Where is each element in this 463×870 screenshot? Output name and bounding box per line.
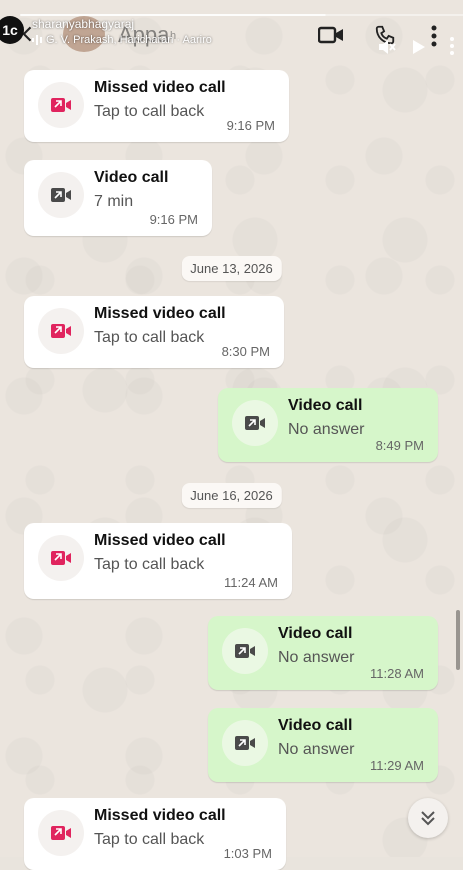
call-subtitle: No answer	[278, 741, 355, 758]
video-call-bubble[interactable]: Video call No answer 8:49 PM	[218, 388, 438, 462]
music-text: G. V. Prakash, Haricharan · Aariro	[46, 34, 212, 46]
missed-call-bubble[interactable]: Missed video call Tap to call back 1:03 PM	[24, 798, 286, 870]
call-time: 8:49 PM	[375, 438, 424, 453]
call-time: 9:16 PM	[149, 212, 198, 227]
missed-call-bubble[interactable]: Missed video call Tap to call back 11:24 A…	[24, 523, 292, 599]
video-call-icon	[232, 400, 278, 446]
call-time: 11:28 AM	[370, 666, 424, 681]
double-chevron-down-icon	[421, 811, 435, 826]
video-call-bubble[interactable]: Video call 7 min 9:16 PM	[24, 160, 212, 236]
call-time: 11:24 AM	[224, 575, 278, 590]
missed-video-call-icon	[38, 535, 84, 581]
call-title: Video call	[278, 625, 353, 642]
video-camera-icon[interactable]	[316, 22, 346, 48]
call-title: Video call	[278, 717, 353, 734]
video-call-bubble[interactable]: Video call No answer 11:29 AM	[208, 708, 438, 782]
audio-bars-icon	[32, 35, 42, 45]
scroll-to-bottom-button[interactable]	[408, 798, 448, 838]
video-call-bubble[interactable]: Video call No answer 11:28 AM	[208, 616, 438, 690]
call-subtitle: Tap to call back	[94, 103, 205, 120]
missed-video-call-icon	[38, 308, 84, 354]
call-subtitle: 7 min	[94, 193, 134, 210]
missed-call-bubble[interactable]: Missed video call Tap to call back 8:30 PM	[24, 296, 284, 368]
missed-video-call-icon	[38, 82, 84, 128]
call-subtitle: No answer	[288, 421, 365, 438]
story-music[interactable]: G. V. Prakash, Haricharan · Aariro	[32, 34, 212, 46]
story-username[interactable]: sharanyabhagyaraj	[32, 17, 134, 31]
date-separator: June 16, 2026	[181, 483, 282, 508]
missed-call-bubble[interactable]: Missed video call Tap to call back 9:16 PM	[24, 70, 289, 142]
call-subtitle: Tap to call back	[94, 329, 205, 346]
call-time: 11:29 AM	[370, 758, 424, 773]
more-vertical-icon[interactable]	[426, 22, 442, 50]
date-separator: June 13, 2026	[181, 256, 282, 281]
video-call-icon	[222, 628, 268, 674]
video-call-icon	[38, 172, 84, 218]
call-subtitle: No answer	[278, 649, 355, 666]
video-call-icon	[222, 720, 268, 766]
call-time: 9:16 PM	[226, 118, 275, 133]
call-title: Missed video call	[94, 305, 226, 322]
story-progress-bar	[20, 14, 326, 16]
call-title: Video call	[288, 397, 363, 414]
speaker-muted-icon[interactable]	[376, 38, 398, 56]
call-time: 1:03 PM	[223, 846, 272, 861]
call-time: 8:30 PM	[221, 344, 270, 359]
story-progress-track	[326, 14, 463, 16]
call-subtitle: Tap to call back	[94, 831, 205, 848]
call-title: Missed video call	[94, 807, 226, 824]
story-more-icon[interactable]	[446, 36, 458, 56]
scrollbar[interactable]	[456, 610, 460, 670]
call-title: Missed video call	[94, 79, 226, 96]
missed-video-call-icon	[38, 810, 84, 856]
play-icon[interactable]	[410, 38, 428, 56]
call-subtitle: Tap to call back	[94, 556, 205, 573]
call-title: Video call	[94, 169, 169, 186]
call-title: Missed video call	[94, 532, 226, 549]
